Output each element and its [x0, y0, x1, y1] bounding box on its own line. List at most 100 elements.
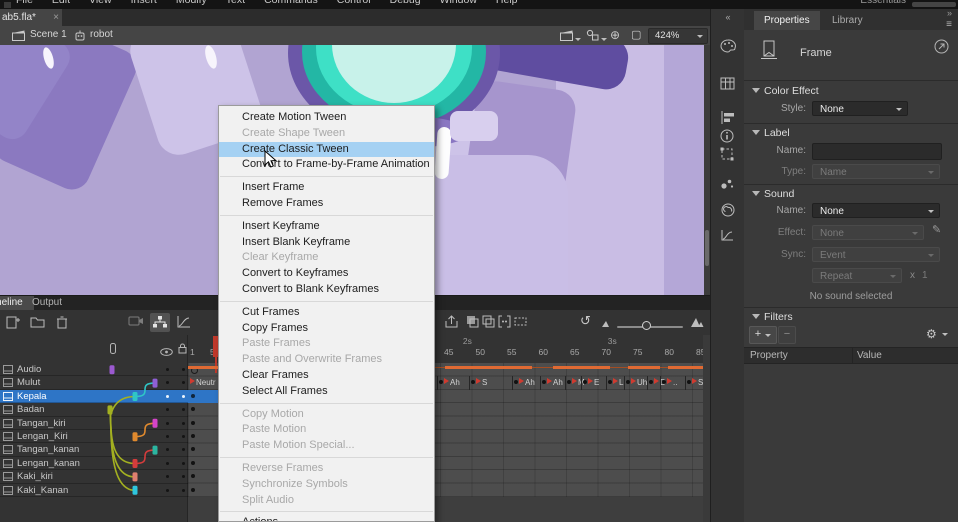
- zoom-in-frames-icon[interactable]: [690, 316, 706, 331]
- collapse-dock-icon[interactable]: «: [711, 12, 745, 22]
- parent-marker[interactable]: [110, 365, 115, 374]
- keyframe-dot[interactable]: [542, 380, 546, 384]
- menu-help[interactable]: Help: [496, 0, 518, 6]
- menu-item-insert-keyframe[interactable]: Insert Keyframe: [219, 219, 434, 235]
- tab-timeline[interactable]: Timeline: [0, 296, 34, 310]
- zoom-level-select[interactable]: 424%: [648, 28, 708, 44]
- parent-marker[interactable]: [133, 432, 138, 441]
- menu-item-copy-frames[interactable]: Copy Frames: [219, 321, 434, 337]
- creative-cloud-icon[interactable]: [720, 203, 736, 219]
- tab-output[interactable]: Output: [32, 296, 62, 310]
- menu-control[interactable]: Control: [337, 0, 371, 6]
- edit-symbols-icon[interactable]: [586, 29, 599, 44]
- expand-panel-icon[interactable]: »: [947, 8, 952, 18]
- keyframe-dot[interactable]: [191, 434, 195, 438]
- menu-item-actions[interactable]: Actions: [219, 515, 434, 522]
- edit-symbols-dropdown-icon[interactable]: [601, 38, 607, 41]
- menu-item-insert-blank-keyframe[interactable]: Insert Blank Keyframe: [219, 235, 434, 251]
- panel-menu-icon[interactable]: ≡: [946, 19, 952, 30]
- menu-debug[interactable]: Debug: [390, 0, 421, 6]
- swatches-icon[interactable]: [720, 77, 736, 93]
- keyframe-dot[interactable]: [514, 380, 518, 384]
- search-input[interactable]: [912, 2, 956, 7]
- keyframe-dot[interactable]: [608, 380, 612, 384]
- tab-properties[interactable]: Properties: [754, 11, 820, 30]
- close-icon[interactable]: ×: [53, 9, 59, 26]
- export-frames-icon[interactable]: [444, 315, 460, 330]
- tab-library[interactable]: Library: [822, 11, 873, 30]
- collapse-label-icon[interactable]: [752, 130, 760, 135]
- eye-visibility-icon[interactable]: [160, 343, 173, 361]
- parent-marker[interactable]: [108, 405, 113, 414]
- section-label[interactable]: Label: [764, 127, 790, 139]
- keyframe-dot[interactable]: [471, 380, 475, 384]
- frame-range-icon[interactable]: [514, 315, 530, 330]
- menu-view[interactable]: View: [89, 0, 112, 6]
- keyframe-dot[interactable]: [191, 421, 195, 425]
- parent-marker[interactable]: [153, 446, 158, 455]
- edit-scene-dropdown-icon[interactable]: [575, 38, 581, 41]
- keyframe-dot[interactable]: [687, 380, 691, 384]
- remove-filter-button[interactable]: −: [778, 326, 796, 344]
- edit-scene-clapperboard-icon[interactable]: [560, 30, 573, 44]
- document-tab[interactable]: ab5.fla* ×: [0, 9, 62, 26]
- new-folder-button[interactable]: [30, 315, 46, 330]
- section-color-effect[interactable]: Color Effect: [764, 85, 819, 97]
- menu-item-insert-frame[interactable]: Insert Frame: [219, 180, 434, 196]
- keyframe-dot[interactable]: [191, 447, 195, 451]
- parent-marker[interactable]: [133, 486, 138, 495]
- keyframe-dot[interactable]: [191, 394, 195, 398]
- zoom-out-frames-icon[interactable]: [601, 319, 617, 334]
- label-name-input[interactable]: [812, 143, 942, 160]
- color-palette-icon[interactable]: [720, 39, 736, 55]
- menu-edit[interactable]: Edit: [52, 0, 70, 6]
- keyframe-dot[interactable]: [191, 407, 195, 411]
- parent-marker[interactable]: [153, 379, 158, 388]
- pencil-icon[interactable]: ✎: [932, 223, 941, 236]
- motion-editor-icon[interactable]: [720, 229, 736, 245]
- scene-clapperboard-icon[interactable]: [12, 30, 25, 44]
- menu-item-select-all-frames[interactable]: Select All Frames: [219, 384, 434, 400]
- edit-multiple-frames-icon[interactable]: [498, 315, 514, 330]
- keyframe-dot[interactable]: [567, 380, 571, 384]
- help-icon[interactable]: [934, 39, 949, 57]
- menu-item-clear-frames[interactable]: Clear Frames: [219, 368, 434, 384]
- parent-marker[interactable]: [133, 392, 138, 401]
- info-icon[interactable]: [720, 129, 736, 145]
- gear-icon[interactable]: ⚙: [926, 327, 937, 341]
- menu-commands[interactable]: Commands: [264, 0, 318, 6]
- reset-timeline-zoom-icon[interactable]: ↺: [580, 313, 591, 329]
- keyframe-dot[interactable]: [626, 380, 630, 384]
- filter-options-chevron-icon[interactable]: [942, 333, 948, 336]
- menu-item-create-motion-tween[interactable]: Create Motion Tween: [219, 110, 434, 126]
- stage-scrollbar-thumb[interactable]: [705, 230, 709, 266]
- menu-item-convert-to-blank-keyframes[interactable]: Convert to Blank Keyframes: [219, 282, 434, 298]
- parent-marker[interactable]: [153, 419, 158, 428]
- keyframe-dot[interactable]: [191, 474, 195, 478]
- breadcrumb-symbol[interactable]: robot: [90, 29, 113, 40]
- layer-parenting-view-button[interactable]: [150, 313, 170, 332]
- menu-modify[interactable]: Modify: [176, 0, 207, 6]
- menu-text[interactable]: Text: [226, 0, 245, 6]
- collapse-sound-icon[interactable]: [752, 191, 760, 196]
- menu-item-cut-frames[interactable]: Cut Frames: [219, 305, 434, 321]
- graph-editor-button[interactable]: [176, 315, 192, 330]
- new-layer-button[interactable]: [6, 315, 22, 330]
- keyframe-dot[interactable]: [649, 380, 653, 384]
- menu-window[interactable]: Window: [440, 0, 477, 6]
- timeline-zoom-slider-knob[interactable]: [642, 321, 651, 330]
- transform-icon[interactable]: [720, 147, 736, 163]
- onion-skin-outline-icon[interactable]: [482, 315, 498, 330]
- align-icon[interactable]: [720, 111, 736, 127]
- collapse-color-effect-icon[interactable]: [752, 88, 760, 93]
- collapse-filters-icon[interactable]: [752, 314, 760, 319]
- clip-content-icon[interactable]: ▢: [631, 28, 641, 41]
- menu-item-remove-frames[interactable]: Remove Frames: [219, 196, 434, 212]
- menu-insert[interactable]: Insert: [131, 0, 157, 6]
- menu-item-convert-to-frame-by-frame-animation[interactable]: Convert to Frame-by-Frame Animation›: [219, 157, 434, 173]
- keyframe-dot[interactable]: [583, 380, 587, 384]
- parent-marker[interactable]: [133, 472, 138, 481]
- delete-layer-button[interactable]: [56, 315, 72, 330]
- menu-item-convert-to-keyframes[interactable]: Convert to Keyframes: [219, 266, 434, 282]
- camera-button[interactable]: [128, 315, 144, 330]
